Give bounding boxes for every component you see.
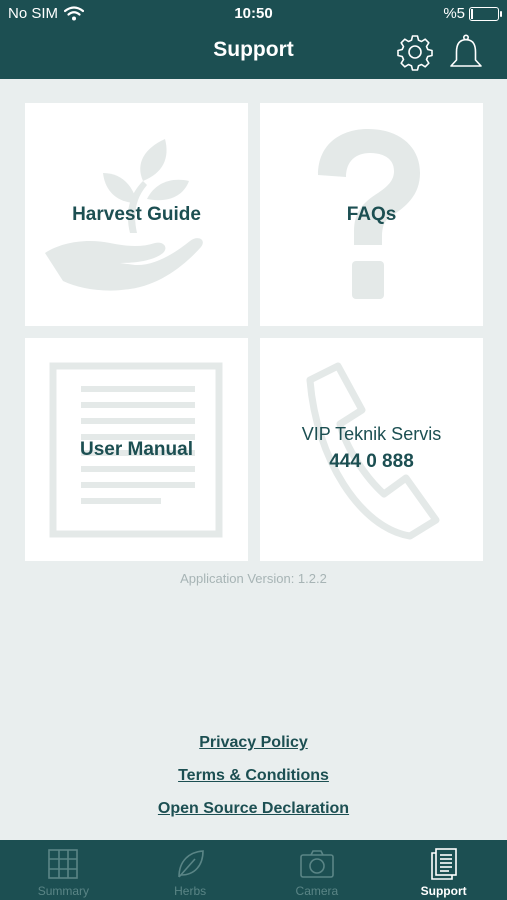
tab-herbs-label: Herbs bbox=[174, 884, 207, 898]
tab-summary[interactable]: Summary bbox=[0, 840, 127, 900]
tab-summary-label: Summary bbox=[37, 884, 90, 898]
user-manual-tile[interactable]: User Manual bbox=[25, 338, 248, 561]
vip-phone-number[interactable]: 444 0 888 bbox=[260, 451, 483, 473]
user-manual-label: User Manual bbox=[80, 438, 193, 460]
tab-herbs[interactable]: Herbs bbox=[127, 840, 254, 900]
summary-icon bbox=[48, 849, 79, 879]
tab-camera[interactable]: Camera bbox=[254, 840, 381, 900]
tab-camera-label: Camera bbox=[295, 884, 339, 898]
clock: 10:50 bbox=[234, 5, 273, 22]
battery-group: %5 bbox=[443, 5, 502, 22]
vip-service-tile[interactable]: VIP Teknik Servis 444 0 888 bbox=[260, 338, 483, 561]
terms-conditions-link[interactable]: Terms & Conditions bbox=[0, 767, 507, 785]
faqs-tile[interactable]: FAQs bbox=[260, 103, 483, 326]
status-bar: No SIM 10:50 %5 bbox=[0, 0, 507, 28]
support-document-icon bbox=[430, 848, 457, 880]
top-bar: No SIM 10:50 %5 Support bbox=[0, 0, 507, 79]
tab-bar: Summary Herbs Camera Support bbox=[0, 840, 507, 900]
open-source-link[interactable]: Open Source Declaration bbox=[0, 800, 507, 818]
tab-support-label: Support bbox=[420, 884, 467, 898]
camera-icon bbox=[300, 850, 334, 878]
privacy-policy-link[interactable]: Privacy Policy bbox=[0, 734, 507, 752]
harvest-guide-label: Harvest Guide bbox=[72, 203, 201, 225]
tab-support[interactable]: Support bbox=[380, 840, 507, 900]
vip-service-name: VIP Teknik Servis bbox=[301, 424, 442, 444]
battery-percent: %5 bbox=[443, 5, 465, 22]
app-version: Application Version: 1.2.2 bbox=[180, 571, 327, 586]
harvest-guide-tile[interactable]: Harvest Guide bbox=[25, 103, 248, 326]
leaf-icon bbox=[178, 850, 204, 878]
battery-icon bbox=[469, 6, 502, 21]
gear-icon[interactable] bbox=[396, 33, 434, 71]
vip-service-info: VIP Teknik Servis 444 0 888 bbox=[260, 424, 483, 473]
bell-icon[interactable] bbox=[447, 33, 485, 71]
faqs-label: FAQs bbox=[346, 203, 397, 225]
